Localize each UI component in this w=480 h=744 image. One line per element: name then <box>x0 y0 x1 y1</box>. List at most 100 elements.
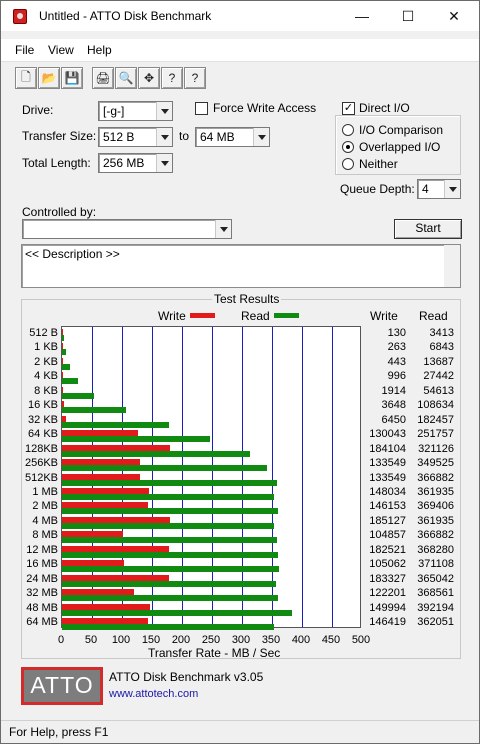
transfer-size-row-label: 64 MB <box>26 616 58 628</box>
website-link[interactable]: www.attotech.com <box>109 688 198 700</box>
scroll-down-button[interactable] <box>444 266 460 287</box>
force-write-checkbox[interactable] <box>195 102 208 115</box>
menu-file[interactable]: File <box>15 43 34 57</box>
x-tick-label: 400 <box>291 634 311 646</box>
read-bar <box>62 436 210 443</box>
transfer-size-row-label: 48 MB <box>26 601 58 614</box>
read-bar <box>62 421 169 428</box>
direct-io-label: Direct I/O <box>359 101 410 115</box>
transfer-size-row-label: 128KB <box>24 442 58 455</box>
write-value: 996 <box>387 370 406 383</box>
queue-depth-select[interactable]: 4 <box>417 179 461 199</box>
neither-radio[interactable] <box>342 158 354 170</box>
transfer-size-row-label: 8 MB <box>32 529 58 542</box>
overlapped-io-radio[interactable] <box>342 141 354 153</box>
write-value: 148034 <box>369 485 406 498</box>
read-value: 361935 <box>417 485 454 498</box>
start-button[interactable]: Start <box>394 219 462 239</box>
write-value: 1914 <box>381 384 406 397</box>
read-value: 368561 <box>417 587 454 600</box>
read-value: 365042 <box>417 572 454 585</box>
description-field[interactable]: << Description >> <box>21 244 461 288</box>
atto-logo: ATTO <box>21 667 103 705</box>
open-folder-icon[interactable]: 📂 <box>38 67 60 89</box>
read-bar <box>62 392 94 399</box>
move-icon[interactable]: ✥ <box>138 67 160 89</box>
transfer-size-row-label: 24 MB <box>26 572 58 585</box>
context-help-icon[interactable]: ? <box>184 67 206 89</box>
transfer-size-row-label: 512KB <box>24 471 58 484</box>
read-bar <box>62 450 251 457</box>
toolbar: 🗋 📂 💾 🖨 🔍 ✥ ? ? <box>1 61 479 93</box>
read-bar <box>62 551 278 558</box>
read-value: 361935 <box>417 514 454 527</box>
print-preview-icon[interactable]: 🔍 <box>115 67 137 89</box>
x-tick-label: 150 <box>141 634 161 646</box>
transfer-to-select[interactable]: 64 MB <box>195 127 270 147</box>
transfer-rate-chart <box>61 326 361 630</box>
title-bar: Untitled - ATTO Disk Benchmark — ☐ ✕ <box>1 1 479 31</box>
write-value: 104857 <box>369 529 406 542</box>
x-tick-label: 50 <box>84 634 98 646</box>
write-value: 443 <box>387 355 406 368</box>
read-bar <box>62 508 279 515</box>
read-value: 182457 <box>417 413 454 426</box>
overlapped-io-label: Overlapped I/O <box>359 140 441 154</box>
write-value: 122201 <box>369 587 406 600</box>
status-text: For Help, press F1 <box>9 725 109 739</box>
total-length-value: 256 MB <box>103 156 145 170</box>
test-results-title: Test Results <box>212 292 282 306</box>
x-tick-label: 500 <box>351 634 371 646</box>
read-bar <box>62 624 275 630</box>
drive-select[interactable]: [-g-] <box>98 101 173 121</box>
write-value: 182521 <box>369 543 406 556</box>
transfer-size-row-label: 32 MB <box>26 587 58 600</box>
transfer-size-row-label: 1 MB <box>32 485 58 498</box>
read-value: 362051 <box>417 616 454 628</box>
read-value: 366882 <box>417 529 454 542</box>
read-bar <box>62 335 64 341</box>
read-bar <box>62 537 277 544</box>
write-value: 146153 <box>369 500 406 513</box>
drive-value: [-g-] <box>103 104 125 118</box>
write-value: 184104 <box>369 442 406 455</box>
write-value: 6450 <box>381 413 406 426</box>
chevron-down-icon <box>156 128 172 146</box>
save-icon[interactable]: 💾 <box>61 67 83 89</box>
direct-io-checkbox[interactable]: ✓ <box>342 102 355 115</box>
transfer-size-row-label: 8 KB <box>34 384 58 397</box>
menu-view[interactable]: View <box>48 43 74 57</box>
transfer-from-select[interactable]: 512 B <box>98 127 173 147</box>
read-value: 371108 <box>418 558 454 571</box>
app-window: Untitled - ATTO Disk Benchmark — ☐ ✕ Fil… <box>0 0 480 744</box>
read-bar <box>62 609 292 616</box>
menu-help[interactable]: Help <box>87 43 112 57</box>
transfer-size-row-label: 256KB <box>24 457 58 470</box>
transfer-to-value: 64 MB <box>200 130 235 144</box>
write-value: 133549 <box>369 457 406 470</box>
write-column-header: Write <box>370 309 398 323</box>
total-length-select[interactable]: 256 MB <box>98 153 173 173</box>
read-value: 6843 <box>429 341 454 354</box>
controlled-by-select[interactable] <box>22 219 232 239</box>
chevron-down-icon <box>444 180 460 198</box>
x-tick-label: 200 <box>171 634 191 646</box>
grid-line <box>332 327 333 627</box>
transfer-size-row-label: 4 KB <box>34 370 58 383</box>
print-icon[interactable]: 🖨 <box>92 67 114 89</box>
neither-label: Neither <box>359 157 398 171</box>
close-button[interactable]: ✕ <box>431 1 477 31</box>
write-value: 183327 <box>369 572 406 585</box>
maximize-button[interactable]: ☐ <box>385 1 431 31</box>
new-file-icon[interactable]: 🗋 <box>15 67 37 89</box>
io-comparison-label: I/O Comparison <box>359 123 444 137</box>
write-value: 105062 <box>369 558 406 571</box>
transfer-size-row-label: 16 MB <box>26 558 58 571</box>
x-tick-label: 250 <box>201 634 221 646</box>
help-icon[interactable]: ? <box>161 67 183 89</box>
transfer-to-label: to <box>179 129 190 143</box>
scroll-up-button[interactable] <box>444 245 460 266</box>
minimize-button[interactable]: — <box>339 1 385 31</box>
io-comparison-radio[interactable] <box>342 124 354 136</box>
read-value: 3413 <box>429 327 454 339</box>
